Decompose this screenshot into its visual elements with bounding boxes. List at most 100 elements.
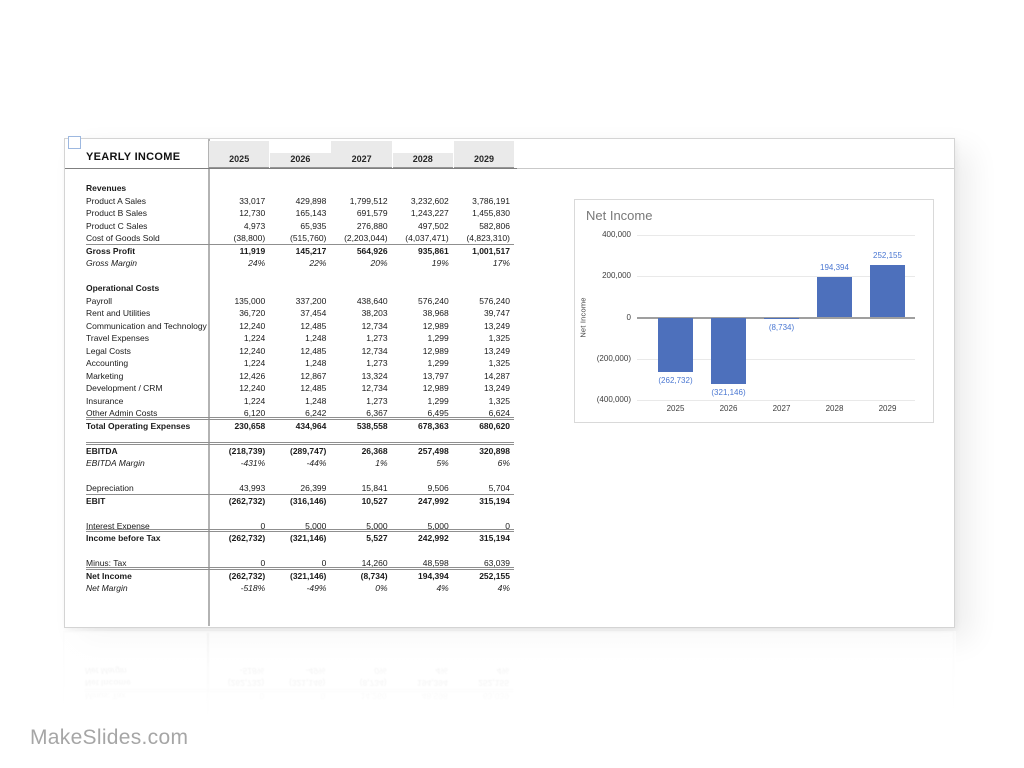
row-label — [86, 270, 208, 283]
row-value: 194,394 — [392, 570, 453, 583]
gridline — [637, 235, 915, 236]
row-value: 276,880 — [330, 220, 391, 233]
row-value: -49% — [269, 582, 330, 595]
row-value: 6,120 — [208, 407, 269, 417]
row-value: 165,143 — [269, 207, 330, 220]
row-value: 12,240 — [208, 320, 269, 333]
row-value: 680,620 — [453, 420, 514, 433]
watermark: MakeSlides.com — [30, 726, 188, 750]
row-value: 1,455,830 — [453, 207, 514, 220]
table-row: Development / CRM12,24012,48512,73412,98… — [86, 382, 514, 395]
row-value: 13,249 — [453, 320, 514, 333]
row-label: Gross Margin — [86, 257, 208, 270]
table-row: Legal Costs12,24012,48512,73412,98913,24… — [86, 345, 514, 358]
row-value: 65,935 — [269, 220, 330, 233]
row-label: Interest Expense — [86, 520, 208, 530]
row-value: 6,624 — [453, 407, 514, 417]
row-value: 12,730 — [208, 207, 269, 220]
row-label: Marketing — [86, 370, 208, 383]
header-underline — [65, 168, 517, 170]
row-value: 1,325 — [453, 332, 514, 345]
year-header: 2025 — [209, 141, 269, 168]
row-value: 26,368 — [330, 445, 391, 458]
row-value: 1,299 — [392, 332, 453, 345]
row-value: 12,240 — [208, 345, 269, 358]
table-row — [86, 545, 514, 558]
row-value: (262,732) — [208, 570, 269, 583]
y-tick-label: 400,000 — [575, 230, 631, 240]
row-value: 63,039 — [453, 557, 514, 567]
row-value: 12,989 — [392, 345, 453, 358]
row-label — [86, 432, 208, 442]
row-value: 48,598 — [392, 557, 453, 567]
row-value: 576,240 — [453, 295, 514, 308]
chart-bar — [764, 318, 799, 320]
row-value: 1,224 — [208, 357, 269, 370]
table-row: Marketing12,42612,86713,32413,79714,287 — [86, 370, 514, 383]
row-value: 3,232,602 — [392, 195, 453, 208]
row-label: Legal Costs — [86, 345, 208, 358]
bar-value-label: (8,734) — [752, 323, 812, 332]
row-value: 1,224 — [208, 395, 269, 408]
table-row — [86, 432, 514, 445]
row-value: 935,861 — [392, 245, 453, 258]
row-label: Minus: Tax — [86, 557, 208, 567]
row-value: 13,797 — [392, 370, 453, 383]
row-label: Depreciation — [86, 482, 208, 494]
row-value: 1,243,227 — [392, 207, 453, 220]
row-value: 38,968 — [392, 307, 453, 320]
row-value: 538,558 — [330, 420, 391, 433]
table-row: Insurance1,2241,2481,2731,2991,325 — [86, 395, 514, 408]
row-value: 145,217 — [269, 245, 330, 258]
row-label: Rent and Utilities — [86, 307, 208, 320]
row-value: 20% — [330, 257, 391, 270]
row-value: 5,000 — [392, 520, 453, 530]
row-value: 12,989 — [392, 320, 453, 333]
table-row — [86, 470, 514, 483]
row-value: 5,704 — [453, 482, 514, 494]
table-row: Rent and Utilities36,72037,45438,20338,9… — [86, 307, 514, 320]
row-value: 5,527 — [330, 532, 391, 545]
row-value: 0 — [453, 520, 514, 530]
row-value: (38,800) — [208, 232, 269, 244]
y-tick-label: (400,000) — [575, 395, 631, 405]
bar-value-label: (321,146) — [699, 388, 759, 397]
row-value: 12,734 — [330, 382, 391, 395]
table-row: Gross Profit11,919145,217564,926935,8611… — [86, 245, 514, 258]
row-value: 1,248 — [269, 332, 330, 345]
row-label: Gross Profit — [86, 245, 208, 258]
row-label: Communication and Technology — [86, 320, 208, 333]
year-header: 2029 — [454, 141, 514, 168]
row-value: 12,240 — [208, 382, 269, 395]
row-label — [86, 545, 208, 558]
row-value: 11,919 — [208, 245, 269, 258]
row-value: 17% — [453, 257, 514, 270]
row-value: 1,299 — [392, 357, 453, 370]
year-header: 2026 — [270, 153, 330, 168]
row-label: Net Margin — [86, 582, 208, 595]
row-value: 13,249 — [453, 382, 514, 395]
row-value: 0 — [208, 557, 269, 567]
row-value: 12,485 — [269, 345, 330, 358]
table-row: Total Operating Expenses230,658434,96453… — [86, 420, 514, 433]
row-value: -44% — [269, 457, 330, 470]
row-label: Income before Tax — [86, 532, 208, 545]
row-value: 438,640 — [330, 295, 391, 308]
row-value: 315,194 — [453, 532, 514, 545]
row-value: 6,495 — [392, 407, 453, 417]
table-row: EBIT(262,732)(316,146)10,527247,992315,1… — [86, 495, 514, 508]
row-value: 12,485 — [269, 382, 330, 395]
chart-title: Net Income — [586, 208, 652, 223]
row-value: 36,720 — [208, 307, 269, 320]
row-label: EBITDA Margin — [86, 457, 208, 470]
table-row: Cost of Goods Sold(38,800)(515,760)(2,20… — [86, 232, 514, 245]
table-row: EBITDA Margin-431%-44%1%5%6% — [86, 457, 514, 470]
row-value: -518% — [208, 582, 269, 595]
y-tick-label: 200,000 — [575, 271, 631, 281]
row-value: 33,017 — [208, 195, 269, 208]
table-row — [86, 270, 514, 283]
row-value: 315,194 — [453, 495, 514, 508]
row-value: 135,000 — [208, 295, 269, 308]
row-value: 12,426 — [208, 370, 269, 383]
row-value: 12,867 — [269, 370, 330, 383]
